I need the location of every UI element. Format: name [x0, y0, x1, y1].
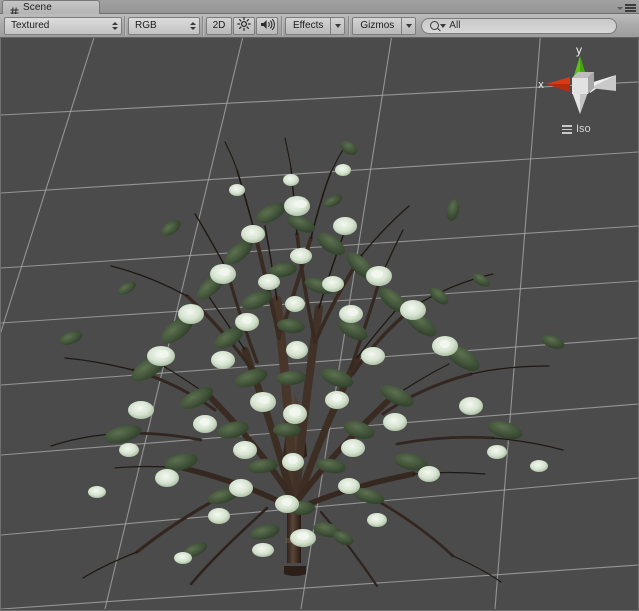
tab-scene-label: Scene	[23, 2, 52, 13]
chevron-down-icon	[617, 6, 623, 10]
chevron-down-icon	[405, 23, 412, 28]
gizmos-button[interactable]: Gizmos	[352, 16, 402, 35]
toggle-2d-button[interactable]: 2D	[206, 16, 232, 35]
tab-scene[interactable]: Scene	[2, 0, 100, 16]
projection-mode-toggle[interactable]: Iso	[562, 124, 591, 135]
search-value: All	[449, 19, 461, 31]
search-icon	[430, 21, 447, 30]
toolbar-separator	[281, 15, 283, 36]
gizmo-axis-x[interactable]	[546, 77, 570, 92]
toolbar-separator	[348, 15, 351, 36]
gizmos-dropdown-button[interactable]	[401, 16, 417, 35]
toggle-2d-label: 2D	[212, 20, 226, 31]
chevron-down-icon	[334, 23, 341, 28]
color-mode-value: RGB	[135, 20, 157, 31]
color-mode-dropdown[interactable]: RGB	[128, 16, 200, 35]
toolbar-separator	[124, 15, 126, 36]
scene-viewport[interactable]: y x Iso	[0, 38, 639, 611]
unity-scene-window: Scene Textured RGB 2D Effects Gizmos All…	[0, 0, 639, 611]
effects-button-group: Effects	[285, 16, 346, 35]
gizmo-y-label: y	[576, 44, 582, 57]
updown-stepper-icon	[111, 20, 118, 31]
toolbar-separator	[202, 15, 204, 36]
draw-mode-value: Textured	[11, 20, 50, 31]
effects-label: Effects	[293, 20, 324, 31]
gizmo-x-label: x	[538, 79, 544, 91]
lighting-toggle-button[interactable]	[233, 16, 255, 35]
gizmo-center-cube[interactable]	[572, 72, 594, 94]
hamburger-menu-icon	[625, 4, 636, 12]
sun-lighting-icon	[237, 17, 251, 34]
tab-strip: Scene	[0, 0, 639, 16]
projection-mode-label: Iso	[576, 123, 591, 135]
hamburger-menu-icon	[562, 125, 572, 134]
search-input[interactable]: All	[421, 17, 617, 34]
draw-mode-dropdown[interactable]: Textured	[4, 16, 122, 35]
grid-hash-icon	[10, 3, 19, 16]
panel-menu-button[interactable]	[614, 3, 636, 13]
audio-toggle-button[interactable]	[256, 16, 278, 35]
updown-stepper-icon	[189, 20, 196, 31]
scene-toolbar: Textured RGB 2D Effects Gizmos All	[0, 14, 639, 38]
scene-axis-gizmo[interactable]: y x Iso	[534, 44, 626, 140]
gizmos-button-group: Gizmos	[352, 16, 417, 35]
search-container: All	[421, 17, 617, 34]
speaker-audio-icon	[260, 18, 275, 34]
effects-dropdown-button[interactable]	[330, 16, 346, 35]
gizmo-axis-y-negative[interactable]	[572, 92, 588, 114]
gizmos-label: Gizmos	[360, 20, 395, 31]
effects-button[interactable]: Effects	[285, 16, 331, 35]
